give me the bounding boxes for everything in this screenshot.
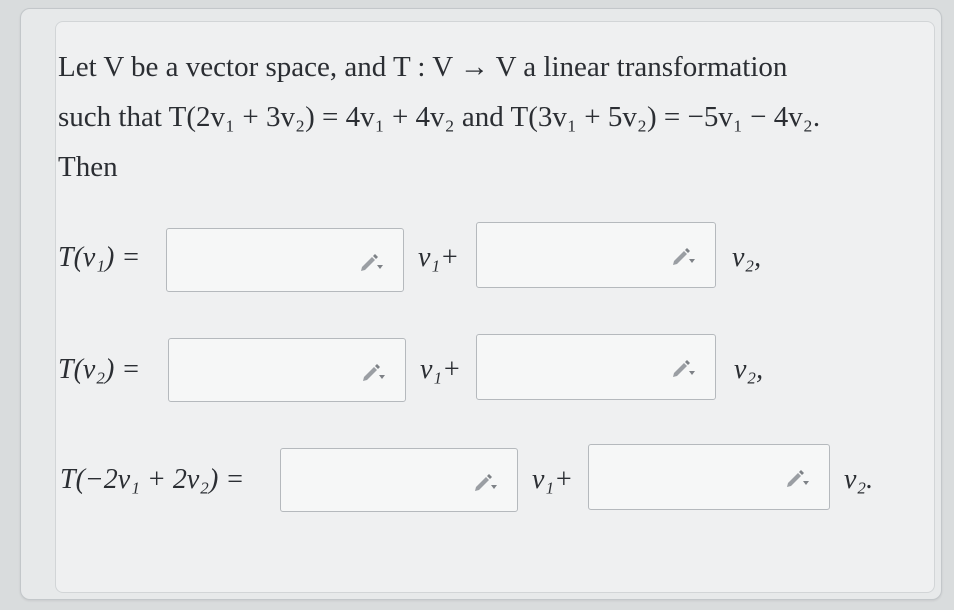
row-3-v2-label: v₂. xyxy=(844,464,874,495)
row-2-lhs: T(v₂) = xyxy=(58,354,141,385)
answer-row-1: T(v₁) = v₁+ v₂, xyxy=(58,222,818,292)
row-3-v1-label: v₁+ xyxy=(532,464,574,495)
row-1-v2-label: v₂, xyxy=(732,242,762,273)
row-1-v1-coefficient-field[interactable] xyxy=(166,228,404,292)
problem-line-2: such that T(2v₁ + 3v₂) = 4v₁ + 4v₂ and T… xyxy=(58,101,821,133)
answer-row-3: T(−2v₁ + 2v₂) = v₁+ v₂. xyxy=(58,444,898,514)
row-3-v2-coefficient-field[interactable] xyxy=(588,444,830,510)
row-3-lhs: T(−2v₁ + 2v₂) = xyxy=(60,464,245,495)
pencil-icon[interactable] xyxy=(359,253,383,271)
problem-statement: Let V be a vector space, and T : V → V a… xyxy=(58,42,898,192)
row-3-v2-input[interactable] xyxy=(595,451,769,501)
row-2-v2-coefficient-field[interactable] xyxy=(476,334,716,400)
row-1-v2-input[interactable] xyxy=(483,229,657,279)
pencil-icon[interactable] xyxy=(785,469,809,487)
pencil-icon[interactable] xyxy=(671,247,695,265)
problem-line-3: Then xyxy=(58,151,118,183)
row-2-v1-label: v₁+ xyxy=(420,354,462,385)
row-3-v1-coefficient-field[interactable] xyxy=(280,448,518,512)
row-3-v1-input[interactable] xyxy=(287,455,461,505)
pencil-icon[interactable] xyxy=(671,359,695,377)
row-2-v1-coefficient-field[interactable] xyxy=(168,338,406,402)
answer-row-2: T(v₂) = v₁+ v₂, xyxy=(58,334,818,404)
row-1-lhs: T(v₁) = xyxy=(58,242,141,273)
pencil-icon[interactable] xyxy=(361,363,385,381)
row-1-v2-coefficient-field[interactable] xyxy=(476,222,716,288)
row-1-v1-input[interactable] xyxy=(173,235,347,285)
row-2-v2-input[interactable] xyxy=(483,341,657,391)
row-1-v1-label: v₁+ xyxy=(418,242,460,273)
row-2-v2-label: v₂, xyxy=(734,354,764,385)
row-2-v1-input[interactable] xyxy=(175,345,349,395)
problem-line-1: Let V be a vector space, and T : V → V a… xyxy=(58,51,788,83)
pencil-icon[interactable] xyxy=(473,473,497,491)
